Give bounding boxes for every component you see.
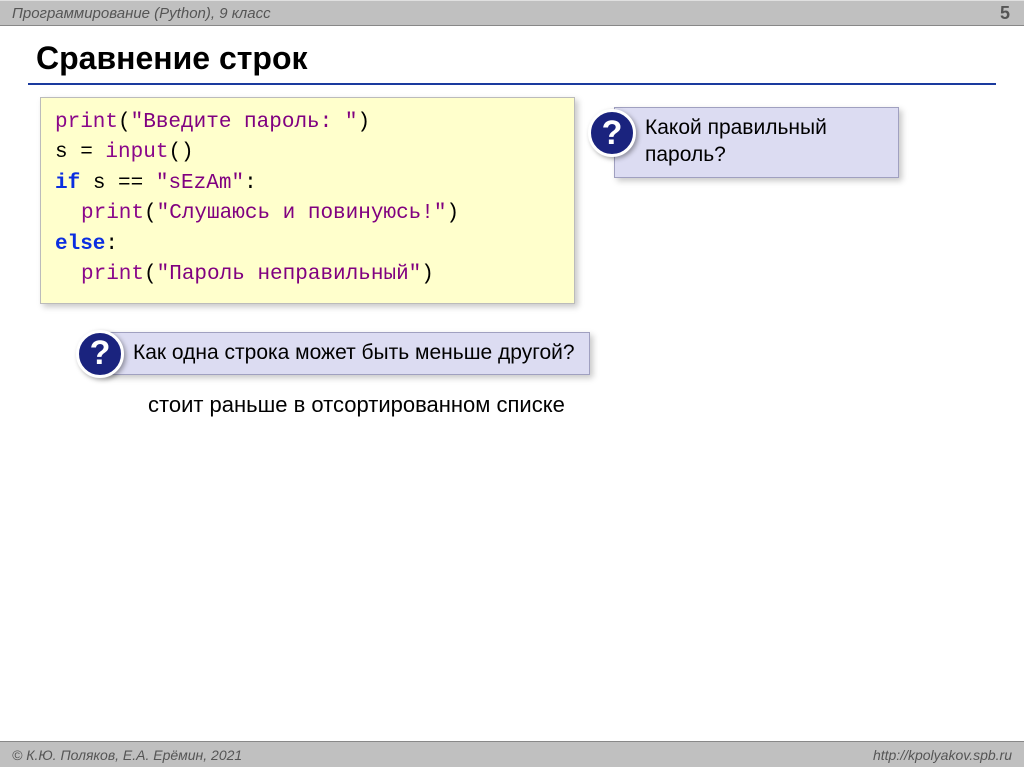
code-line-3: if s == "sEzAm":: [55, 169, 560, 199]
content-area: print("Введите пароль: ") s = input() if…: [0, 97, 1024, 418]
callout-1-line-2: пароль?: [645, 143, 726, 166]
course-title: Программирование (Python), 9 класс: [12, 5, 271, 22]
callout-1-line-1: Какой правильный: [645, 116, 827, 139]
callout-1: ? Какой правильный пароль?: [588, 107, 899, 178]
code-line-4: print("Слушаюсь и повинуюсь!"): [55, 199, 560, 229]
footer-left: © К.Ю. Поляков, Е.А. Ерёмин, 2021: [12, 747, 242, 763]
code-line-6: print("Пароль неправильный"): [55, 260, 560, 290]
callout-2-box: Как одна строка может быть меньше другой…: [102, 332, 590, 375]
answer-text: стоит раньше в отсортированном списке: [148, 392, 992, 418]
page-title: Сравнение строк: [0, 26, 1024, 83]
code-line-1: print("Введите пароль: "): [55, 108, 560, 138]
code-block: print("Введите пароль: ") s = input() if…: [40, 97, 575, 304]
code-line-2: s = input(): [55, 138, 560, 168]
footer-right: http://kpolyakov.spb.ru: [873, 747, 1012, 763]
callout-2: ? Как одна строка может быть меньше друг…: [76, 330, 992, 378]
title-rule: [28, 83, 996, 85]
page-number: 5: [1000, 3, 1010, 24]
callout-1-box: Какой правильный пароль?: [614, 107, 899, 178]
question-icon: ?: [588, 109, 636, 157]
question-icon: ?: [76, 330, 124, 378]
callout-2-text: Как одна строка может быть меньше другой…: [133, 341, 575, 364]
header-bar: Программирование (Python), 9 класс 5: [0, 0, 1024, 26]
footer-bar: © К.Ю. Поляков, Е.А. Ерёмин, 2021 http:/…: [0, 741, 1024, 767]
code-line-5: else:: [55, 230, 560, 260]
